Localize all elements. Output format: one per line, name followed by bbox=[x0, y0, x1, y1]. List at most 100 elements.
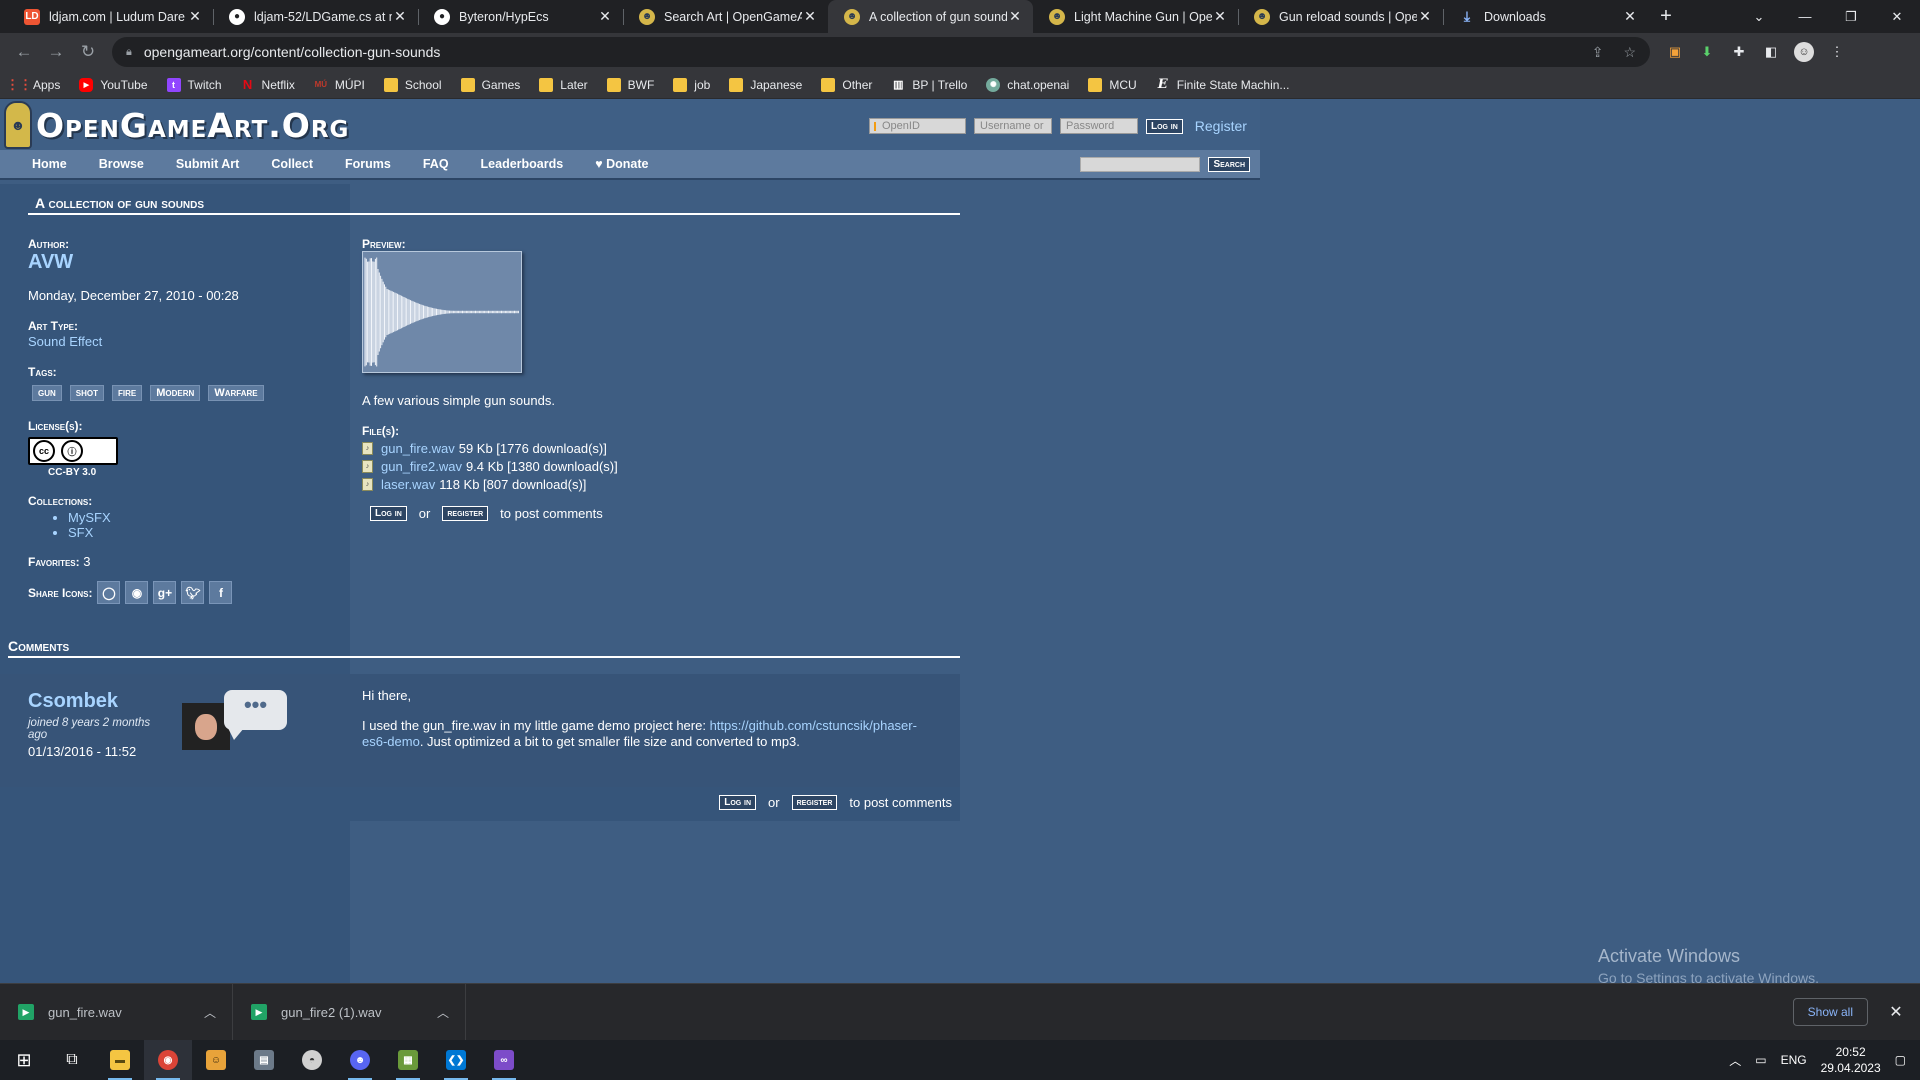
back-icon[interactable]: ← bbox=[8, 37, 40, 67]
collection-sfx[interactable]: SFX bbox=[68, 525, 93, 540]
download-item[interactable]: ▶ gun_fire.wav ︿ bbox=[0, 983, 233, 1041]
username-input[interactable]: Username or bbox=[974, 118, 1052, 134]
google-plus-icon[interactable]: g+ bbox=[153, 581, 177, 604]
login-button[interactable]: Log in bbox=[370, 506, 407, 521]
bookmark-item[interactable]: Later bbox=[539, 77, 588, 92]
side-panel-icon[interactable]: ◧ bbox=[1762, 43, 1780, 61]
close-tab-icon[interactable]: ✕ bbox=[392, 8, 408, 25]
cc-license-badge[interactable]: cc ⓘ bbox=[28, 437, 118, 465]
extension-download-icon[interactable]: ⬇ bbox=[1698, 43, 1716, 61]
bookmark-item[interactable]: Games bbox=[460, 77, 520, 92]
chevron-up-icon[interactable]: ︿ bbox=[204, 1004, 232, 1021]
extensions-puzzle-icon[interactable]: ✚ bbox=[1730, 43, 1748, 61]
tag-warfare[interactable]: Warfare bbox=[208, 385, 264, 401]
close-tab-icon[interactable]: ✕ bbox=[1007, 8, 1023, 25]
reddit-icon[interactable]: ◉ bbox=[125, 581, 149, 604]
file-link[interactable]: gun_fire2.wav bbox=[381, 459, 462, 474]
author-link[interactable]: AVW bbox=[28, 251, 338, 274]
close-tab-icon[interactable]: ✕ bbox=[187, 8, 203, 25]
reload-icon[interactable]: ↻ bbox=[72, 37, 104, 67]
twitter-icon[interactable]: 🐦︎ bbox=[181, 581, 205, 604]
profile-avatar[interactable]: ☺ bbox=[1794, 42, 1814, 62]
close-tab-icon[interactable]: ✕ bbox=[597, 8, 613, 25]
bookmark-item[interactable]: ✺ chat.openai bbox=[986, 77, 1069, 92]
share-icon[interactable]: ⇪ bbox=[1592, 44, 1604, 61]
browser-tab[interactable]: ⤓ Downloads ✕ bbox=[1443, 0, 1648, 33]
close-tab-icon[interactable]: ✕ bbox=[1417, 8, 1433, 25]
chevron-up-icon[interactable]: ︿ bbox=[1729, 1052, 1741, 1069]
register-button[interactable]: register bbox=[791, 795, 838, 810]
bookmark-item[interactable]: ⋮⋮ Apps bbox=[6, 77, 60, 92]
battery-icon[interactable]: ▭ bbox=[1755, 1053, 1766, 1067]
discord-icon[interactable]: ☻ bbox=[336, 1040, 384, 1080]
nav-leaderboards[interactable]: Leaderboards bbox=[481, 157, 564, 171]
nav-faq[interactable]: FAQ bbox=[423, 157, 449, 171]
close-tab-icon[interactable]: ✕ bbox=[1212, 8, 1228, 25]
bookmark-item[interactable]: School bbox=[383, 77, 442, 92]
address-bar[interactable]: 🔒︎ opengameart.org/content/collection-gu… bbox=[112, 37, 1650, 67]
minecraft-icon[interactable]: ▦ bbox=[384, 1040, 432, 1080]
tag-gun[interactable]: gun bbox=[32, 385, 62, 401]
windows-start-icon[interactable]: ⊞ bbox=[0, 1040, 48, 1080]
browser-tab[interactable]: ☻ A collection of gun sounds ✕ bbox=[828, 0, 1033, 33]
file-link[interactable]: gun_fire.wav bbox=[381, 441, 455, 456]
close-window-icon[interactable]: ✕ bbox=[1874, 9, 1920, 25]
tab-search-icon[interactable]: ⌄ bbox=[1736, 9, 1782, 25]
minimize-icon[interactable]: — bbox=[1782, 9, 1828, 24]
nav-home[interactable]: Home bbox=[32, 157, 67, 171]
task-view-icon[interactable]: ⧉ bbox=[48, 1040, 96, 1080]
bookmark-item[interactable]: job bbox=[673, 77, 710, 92]
nav-submit-art[interactable]: Submit Art bbox=[176, 157, 239, 171]
tag-fire[interactable]: fire bbox=[112, 385, 143, 401]
restore-icon[interactable]: ❐ bbox=[1828, 9, 1874, 25]
media-app-icon[interactable]: ◓ bbox=[288, 1040, 336, 1080]
bookmark-item[interactable]: MCU bbox=[1088, 77, 1137, 92]
register-button[interactable]: register bbox=[442, 506, 489, 521]
browser-tab[interactable]: LD ldjam.com | Ludum Dare game jam✕ bbox=[8, 0, 213, 33]
clock[interactable]: 20:52 29.04.2023 bbox=[1821, 1044, 1881, 1076]
tag-modern[interactable]: Modern bbox=[150, 385, 201, 401]
close-tab-icon[interactable]: ✕ bbox=[802, 8, 818, 25]
browser-tab[interactable]: ☻ Search Art | OpenGameArt.org✕ bbox=[623, 0, 828, 33]
new-tab-button[interactable]: + bbox=[1648, 0, 1684, 33]
nav-donate[interactable]: ♥ Donate bbox=[595, 157, 648, 171]
bookmark-item[interactable]: E Finite State Machin... bbox=[1156, 77, 1290, 92]
search-button[interactable]: Search bbox=[1208, 156, 1250, 172]
game-app-icon[interactable]: ☺ bbox=[192, 1040, 240, 1080]
browser-tab[interactable]: ● ldjam-52/LDGame.cs at main✕ bbox=[213, 0, 418, 33]
avatar[interactable] bbox=[182, 703, 230, 750]
nav-browse[interactable]: Browse bbox=[99, 157, 144, 171]
bookmark-item[interactable]: ▶ YouTube bbox=[79, 77, 148, 92]
browser-tab[interactable]: ☻ Gun reload sounds | OpenGameArt.org✕ bbox=[1238, 0, 1443, 33]
nav-collect[interactable]: Collect bbox=[271, 157, 313, 171]
bookmark-item[interactable]: BWF bbox=[606, 77, 654, 92]
waveform-preview[interactable] bbox=[362, 251, 522, 373]
comment-author[interactable]: Csombek bbox=[28, 690, 118, 713]
forward-icon[interactable]: → bbox=[40, 37, 72, 67]
bookmark-item[interactable]: t Twitch bbox=[166, 77, 222, 92]
register-link[interactable]: Register bbox=[1195, 118, 1247, 134]
nav-forums[interactable]: Forums bbox=[345, 157, 391, 171]
file-explorer-icon[interactable]: ▬ bbox=[96, 1040, 144, 1080]
close-tab-icon[interactable]: ✕ bbox=[1622, 8, 1638, 25]
chevron-up-icon[interactable]: ︿ bbox=[437, 1004, 465, 1021]
bookmark-item[interactable]: MÚ MÚPI bbox=[314, 78, 365, 92]
visual-studio-icon[interactable]: ∞ bbox=[480, 1040, 528, 1080]
file-link[interactable]: laser.wav bbox=[381, 477, 435, 492]
close-icon[interactable]: ✕ bbox=[1880, 1002, 1912, 1022]
extension-folder-icon[interactable]: ▣ bbox=[1666, 43, 1684, 61]
tag-shot[interactable]: shot bbox=[69, 385, 105, 401]
menu-kebab-icon[interactable]: ⋮ bbox=[1828, 43, 1846, 61]
lock-icon[interactable]: 🔒︎ bbox=[126, 46, 132, 59]
share-generic-icon[interactable]: ◯ bbox=[97, 581, 121, 604]
art-type-link[interactable]: Sound Effect bbox=[28, 334, 338, 349]
password-input[interactable]: Password bbox=[1060, 118, 1138, 134]
site-logo[interactable]: ☻ OpenGameArt.Org bbox=[4, 101, 349, 149]
vscode-icon[interactable]: ❮❯ bbox=[432, 1040, 480, 1080]
login-button[interactable]: Log in bbox=[719, 795, 757, 810]
language-indicator[interactable]: ENG bbox=[1781, 1053, 1807, 1067]
bookmark-item[interactable]: N Netflix bbox=[241, 77, 295, 92]
show-all-button[interactable]: Show all bbox=[1792, 998, 1868, 1026]
login-button[interactable]: Log in bbox=[1146, 118, 1183, 134]
facebook-icon[interactable]: f bbox=[209, 581, 233, 604]
